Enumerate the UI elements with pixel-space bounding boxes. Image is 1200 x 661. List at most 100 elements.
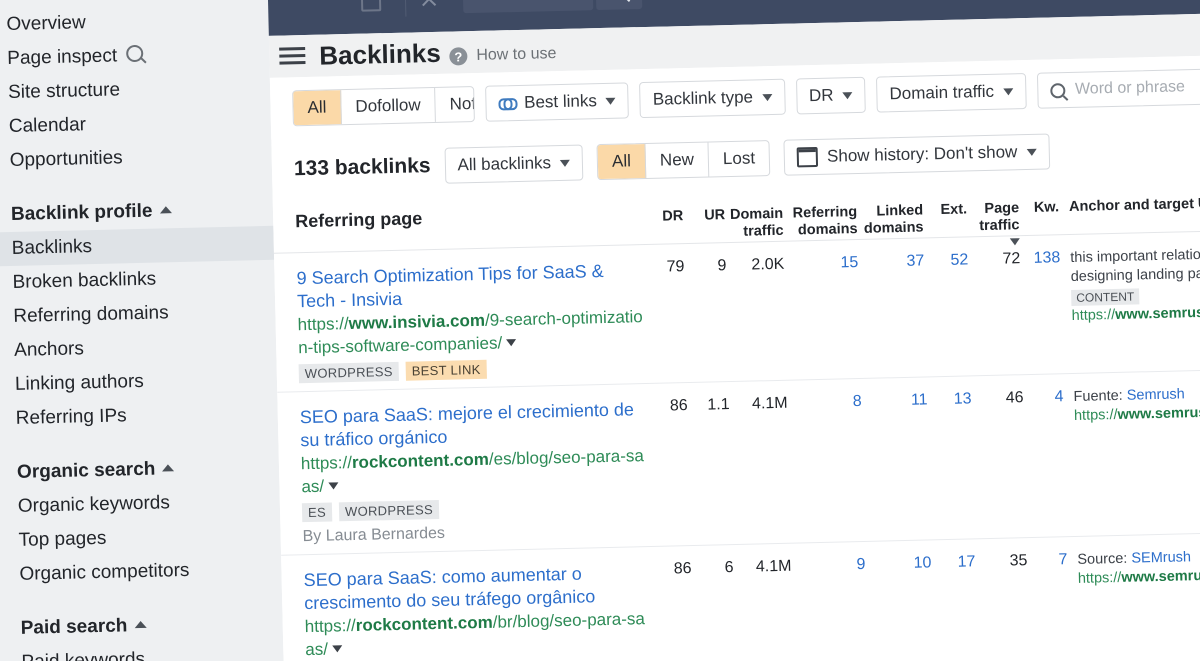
tag-language: ES — [301, 502, 333, 523]
chevron-down-icon — [842, 91, 853, 99]
filter-all[interactable]: All — [293, 90, 342, 126]
cell-dr: 86 — [673, 560, 692, 578]
help-icon: ? — [449, 47, 468, 66]
backlink-type-dropdown[interactable]: Backlink type — [639, 78, 786, 119]
cell-ur: 6 — [724, 559, 734, 577]
filter-dofollow[interactable]: Dofollow — [341, 87, 437, 125]
sidebar-item-label: Page inspect — [7, 45, 118, 70]
sidebar-group-label: Organic search — [16, 458, 156, 483]
chevron-down-icon — [1026, 148, 1037, 156]
anchor-target-url[interactable]: https://www.semrush.co — [1078, 566, 1200, 589]
sidebar-item-label: Calendar — [8, 114, 87, 137]
scope-dropdown[interactable]: All backlinks — [444, 144, 584, 184]
anchor-text: this important relationship designing la… — [1070, 246, 1200, 286]
cell-linked-domains[interactable]: 37 — [864, 248, 933, 370]
cell-ext[interactable]: 52 — [930, 247, 971, 368]
referring-page-title[interactable]: 9 Search Optimization Tips for SaaS & Te… — [296, 259, 645, 313]
cell-kw[interactable]: 7 — [1031, 547, 1070, 661]
skewed-ui-root: Overview Page inspect Site structure Cal… — [0, 0, 1200, 661]
anchor-target-url[interactable]: https://www.semrush.co — [1074, 403, 1200, 426]
follow-type-segmented-control: All Dofollow Nofollow — [292, 86, 475, 127]
anchor-text-link[interactable]: Semrush — [1127, 386, 1185, 403]
column-linked-domains[interactable]: Linked domains — [863, 186, 930, 238]
anchor-url-scheme: https:// — [1071, 306, 1116, 324]
hamburger-menu-icon[interactable] — [279, 46, 306, 66]
referring-page-title[interactable]: SEO para SaaS: mejore el crecimiento de … — [300, 398, 649, 452]
cell-domain-traffic: 4.1M — [755, 557, 792, 576]
sidebar-item-referring-ips[interactable]: Referring IPs — [0, 396, 278, 437]
table-row[interactable]: 9 Search Optimization Tips for SaaS & Te… — [273, 230, 1200, 393]
cell-page-traffic: 72 — [1002, 250, 1021, 268]
cell-kw[interactable]: 4 — [1027, 384, 1066, 529]
column-kw[interactable]: Kw. — [1023, 183, 1060, 217]
close-icon[interactable] — [420, 0, 438, 8]
cell-referring-domains[interactable]: 8 — [793, 389, 870, 535]
state-lost[interactable]: Lost — [709, 141, 770, 176]
chevron-down-icon[interactable] — [328, 482, 339, 490]
column-referring-page[interactable]: Referring page — [273, 193, 644, 231]
show-history-dropdown[interactable]: Show history: Don't show — [783, 133, 1050, 176]
filter-nofollow-label: Nofollow — [449, 93, 475, 114]
referring-page-url[interactable]: https://rockcontent.com/es/blog/seo-para… — [301, 444, 650, 498]
filter-nofollow[interactable]: Nofollow — [435, 86, 474, 122]
sidebar-item-label: Paid keywords — [21, 648, 146, 661]
referring-page-title[interactable]: SEO para SaaS: como aumentar o crescimen… — [303, 561, 652, 615]
column-page-traffic-label: Page traffic — [979, 200, 1020, 235]
tag-platform: WORDPRESS — [338, 499, 440, 522]
sidebar-item-opportunities[interactable]: Opportunities — [0, 138, 272, 179]
anchor-url-scheme: https:// — [1073, 406, 1118, 424]
column-referring-domains[interactable]: Referring domains — [789, 188, 864, 240]
anchor-text-link[interactable]: SEMrush — [1131, 549, 1191, 566]
cell-referring-domains[interactable]: 9 — [797, 552, 874, 661]
column-ext[interactable]: Ext. — [929, 185, 968, 219]
best-links-label: Best links — [523, 91, 598, 112]
cell-dr: 79 — [666, 258, 685, 276]
mode-selector-exact-url[interactable]: Exact URL — [462, 0, 594, 14]
column-dr[interactable]: DR — [643, 192, 684, 226]
cell-referring-domains[interactable]: 15 — [790, 250, 867, 372]
state-lost-label: Lost — [722, 148, 756, 169]
page-title: Backlinks — [318, 37, 442, 71]
chevron-down-icon[interactable] — [331, 645, 343, 653]
anchor-tag: CONTENT — [1071, 288, 1140, 307]
column-anchor-and-target-url[interactable]: Anchor and target URL — [1059, 179, 1200, 216]
sidebar-item-organic-competitors[interactable]: Organic competitors — [0, 552, 282, 593]
table-row[interactable]: SEO para SaaS: como aumentar o crescimen… — [281, 532, 1200, 661]
filter-dofollow-label: Dofollow — [355, 95, 421, 116]
sidebar-item-label: Backlinks — [11, 236, 93, 259]
how-to-use-link[interactable]: ? How to use — [449, 45, 557, 66]
chevron-down-icon[interactable] — [506, 339, 517, 347]
tag-list: WORDPRESS BEST LINK — [298, 356, 647, 384]
cell-kw[interactable]: 138 — [1024, 245, 1063, 366]
column-page-traffic[interactable]: Page traffic — [967, 184, 1025, 252]
domain-traffic-dropdown[interactable]: Domain traffic — [876, 73, 1027, 113]
anchor-url-scheme: https:// — [1077, 569, 1122, 587]
url-domain: rockcontent.com — [351, 449, 490, 472]
state-new[interactable]: New — [645, 142, 710, 178]
tag-list: ES WORDPRESS — [301, 495, 650, 523]
keyword-search-field[interactable]: Word or phrase — [1036, 67, 1200, 109]
sidebar-item-label: Organic competitors — [19, 559, 190, 585]
dr-filter-dropdown[interactable]: DR — [795, 76, 866, 115]
search-button[interactable] — [595, 0, 643, 11]
show-history-label: Show history: Don't show — [826, 142, 1018, 166]
cell-ext[interactable]: 13 — [933, 386, 974, 531]
table-row[interactable]: SEO para SaaS: mejore el crecimiento de … — [277, 369, 1200, 556]
referring-page-url[interactable]: https://www.insivia.com/9-search-optimiz… — [297, 305, 646, 359]
chevron-down-icon — [605, 97, 616, 105]
sidebar-item-label: Site structure — [7, 79, 121, 103]
column-domain-traffic[interactable]: Domain traffic — [725, 190, 790, 241]
open-external-icon[interactable] — [360, 0, 382, 12]
dr-filter-label: DR — [808, 85, 834, 106]
cell-linked-domains[interactable]: 11 — [867, 387, 936, 533]
best-links-dropdown[interactable]: Best links — [484, 82, 630, 122]
anchor-target-url[interactable]: https://www.semrush.co — [1071, 303, 1200, 326]
cell-page-traffic: 46 — [1005, 389, 1024, 407]
state-all[interactable]: All — [597, 143, 647, 180]
referring-page-url[interactable]: https://rockcontent.com/br/blog/seo-para… — [304, 607, 653, 661]
url-domain: rockcontent.com — [355, 612, 493, 635]
column-ur[interactable]: UR — [683, 191, 726, 225]
cell-ext[interactable]: 17 — [937, 549, 978, 661]
cell-linked-domains[interactable]: 10 — [871, 550, 940, 661]
sidebar-item-label: Broken backlinks — [12, 268, 157, 293]
